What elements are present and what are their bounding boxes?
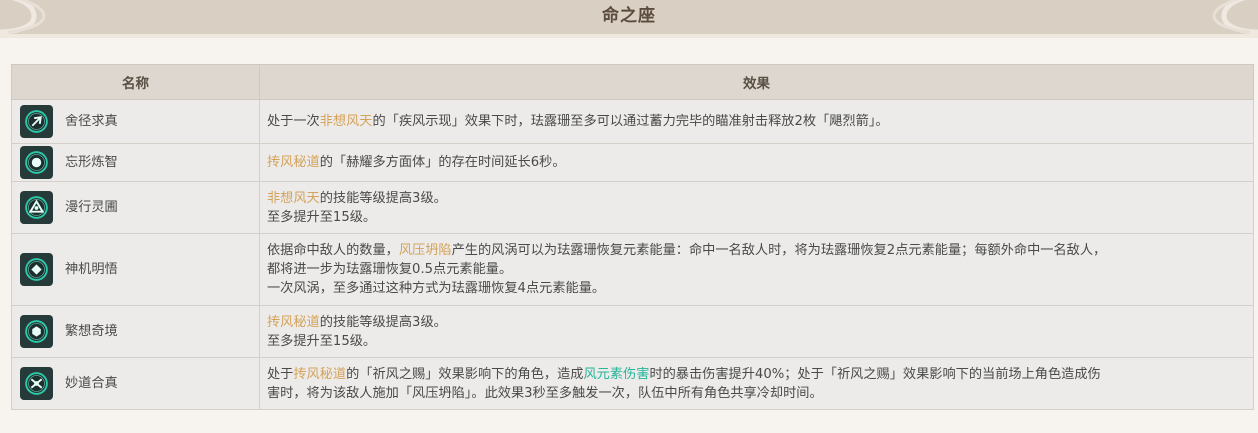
effect-line: 依据命中敌人的数量，风压坍陷产生的风涡可以为珐露珊恢复元素能量：命中一名敌人时，… <box>267 241 1245 260</box>
effect-text: 都将进一步为珐露珊恢复0.5点元素能量。 <box>267 262 513 277</box>
constellation-name-wrap: 舍径求真 <box>20 105 259 138</box>
effect-line: 一次风涡，至多通过这种方式为珐露珊恢复4点元素能量。 <box>267 279 1245 298</box>
effect-cell: 处于抟风秘道的「祈风之赐」效果影响下的角色，造成风元素伤害时的暴击伤害提升40%… <box>259 357 1254 410</box>
name-cell: 舍径求真 <box>11 99 260 144</box>
effect-text: 至多提升至15级。 <box>267 209 377 225</box>
constellation-name: 繁想奇境 <box>65 324 118 339</box>
name-cell: 漫行灵圃 <box>11 181 260 234</box>
skill-link[interactable]: 风压坍陷 <box>399 243 452 258</box>
constellation-1-icon[interactable] <box>20 105 53 138</box>
constellation-3-icon[interactable] <box>20 191 53 224</box>
effect-cell: 抟风秘道的技能等级提高3级。 至多提升至15级。 <box>259 305 1254 358</box>
effect-cell: 抟风秘道的「赫耀多方面体」的存在时间延长6秒。 <box>259 143 1254 182</box>
effect-line: 至多提升至15级。 <box>267 332 1245 351</box>
effect-line: 非想风天的技能等级提高3级。 <box>267 189 1245 208</box>
effect-text: 的技能等级提高3级。 <box>319 190 447 206</box>
effect-line: 处于抟风秘道的「祈风之赐」效果影响下的角色，造成风元素伤害时的暴击伤害提升40%… <box>267 365 1245 384</box>
table-row: 忘形炼智 抟风秘道的「赫耀多方面体」的存在时间延长6秒。 <box>11 143 1254 182</box>
constellation-2-icon[interactable] <box>20 146 53 179</box>
constellation-name: 忘形炼智 <box>65 155 118 170</box>
effect-text: 的「祈风之赐」效果影响下的角色，造成 <box>346 366 584 382</box>
column-header-name: 名称 <box>11 64 260 100</box>
effect-line: 都将进一步为珐露珊恢复0.5点元素能量。 <box>267 260 1245 279</box>
effect-text: 产生的风涡可以为珐露珊恢复元素能量：命中一名敌人时，将为珐露珊恢复2点元素能量；… <box>451 243 1107 258</box>
effect-cell: 依据命中敌人的数量，风压坍陷产生的风涡可以为珐露珊恢复元素能量：命中一名敌人时，… <box>259 233 1254 306</box>
effect-line: 处于一次非想风天的「疾风示现」效果下时，珐露珊至多可以通过蓄力完毕的瞄准射击释放… <box>267 112 1245 131</box>
effect-line: 抟风秘道的技能等级提高3级。 <box>267 313 1245 332</box>
effect-text: 依据命中敌人的数量， <box>267 243 399 258</box>
skill-link[interactable]: 非想风天 <box>267 191 320 206</box>
element-keyword: 风元素伤害 <box>583 366 650 382</box>
constellation-name-wrap: 神机明悟 <box>20 253 259 286</box>
skill-link[interactable]: 抟风秘道 <box>267 155 320 170</box>
effect-text: 处于 <box>267 366 294 382</box>
banner-underline <box>0 34 1258 38</box>
table-row: 妙道合真 处于抟风秘道的「祈风之赐」效果影响下的角色，造成风元素伤害时的暴击伤害提… <box>11 357 1254 410</box>
page-title: 命之座 <box>602 6 656 26</box>
effect-text: 至多提升至15级。 <box>267 333 377 349</box>
constellation-4-icon[interactable] <box>20 253 53 286</box>
table-header-row: 名称 效果 <box>11 64 1254 100</box>
effect-text: 的「疾风示现」效果下时，珐露珊至多可以通过蓄力完毕的瞄准射击释放2枚「飓烈箭」。 <box>372 114 889 129</box>
constellation-5-icon[interactable] <box>20 315 53 348</box>
constellation-name: 妙道合真 <box>65 376 118 391</box>
constellation-name: 漫行灵圃 <box>65 200 118 215</box>
skill-link[interactable]: 抟风秘道 <box>293 367 346 382</box>
constellation-name: 神机明悟 <box>65 262 118 277</box>
effect-text: 时的暴击伤害提升40%；处于「祈风之赐」效果影响下的当前场上角色造成伤 <box>649 366 1101 382</box>
table-row: 神机明悟 依据命中敌人的数量，风压坍陷产生的风涡可以为珐露珊恢复元素能量：命中一名… <box>11 233 1254 306</box>
table-row: 舍径求真 处于一次非想风天的「疾风示现」效果下时，珐露珊至多可以通过蓄力完毕的瞄准… <box>11 99 1254 144</box>
constellation-table: 名称 效果 舍径求真 处于一次非想风天的「疾风示现」效果下时，珐露珊至多可以通过蓄… <box>11 64 1254 410</box>
name-cell: 妙道合真 <box>11 357 260 410</box>
column-header-effect: 效果 <box>259 64 1254 100</box>
effect-text: 处于一次 <box>267 114 320 129</box>
effect-line: 害时，将为该敌人施加「风压坍陷」。此效果3秒至多触发一次，队伍中所有角色共享冷却… <box>267 384 1245 403</box>
effect-cell: 处于一次非想风天的「疾风示现」效果下时，珐露珊至多可以通过蓄力完毕的瞄准射击释放… <box>259 99 1254 144</box>
table-row: 漫行灵圃 非想风天的技能等级提高3级。 至多提升至15级。 <box>11 181 1254 234</box>
constellation-6-icon[interactable] <box>20 367 53 400</box>
section-banner: 命之座 <box>0 0 1258 35</box>
constellation-name-wrap: 妙道合真 <box>20 367 259 400</box>
effect-text: 的技能等级提高3级。 <box>319 314 447 330</box>
effect-text: 一次风涡，至多通过这种方式为珐露珊恢复4点元素能量。 <box>267 281 606 296</box>
effect-text: 的「赫耀多方面体」的存在时间延长6秒。 <box>319 155 566 170</box>
skill-link[interactable]: 抟风秘道 <box>267 315 320 330</box>
name-cell: 忘形炼智 <box>11 143 260 182</box>
ornament-right-icon <box>1212 0 1258 35</box>
constellation-name-wrap: 繁想奇境 <box>20 315 259 348</box>
constellation-name-wrap: 忘形炼智 <box>20 146 259 179</box>
constellation-name-wrap: 漫行灵圃 <box>20 191 259 224</box>
table-row: 繁想奇境 抟风秘道的技能等级提高3级。 至多提升至15级。 <box>11 305 1254 358</box>
effect-text: 害时，将为该敌人施加「风压坍陷」。此效果3秒至多触发一次，队伍中所有角色共享冷却… <box>267 385 823 401</box>
constellation-name: 舍径求真 <box>65 114 118 129</box>
name-cell: 神机明悟 <box>11 233 260 306</box>
effect-line: 抟风秘道的「赫耀多方面体」的存在时间延长6秒。 <box>267 153 1245 172</box>
name-cell: 繁想奇境 <box>11 305 260 358</box>
effect-cell: 非想风天的技能等级提高3级。 至多提升至15级。 <box>259 181 1254 234</box>
effect-line: 至多提升至15级。 <box>267 208 1245 227</box>
skill-link[interactable]: 非想风天 <box>320 114 373 129</box>
